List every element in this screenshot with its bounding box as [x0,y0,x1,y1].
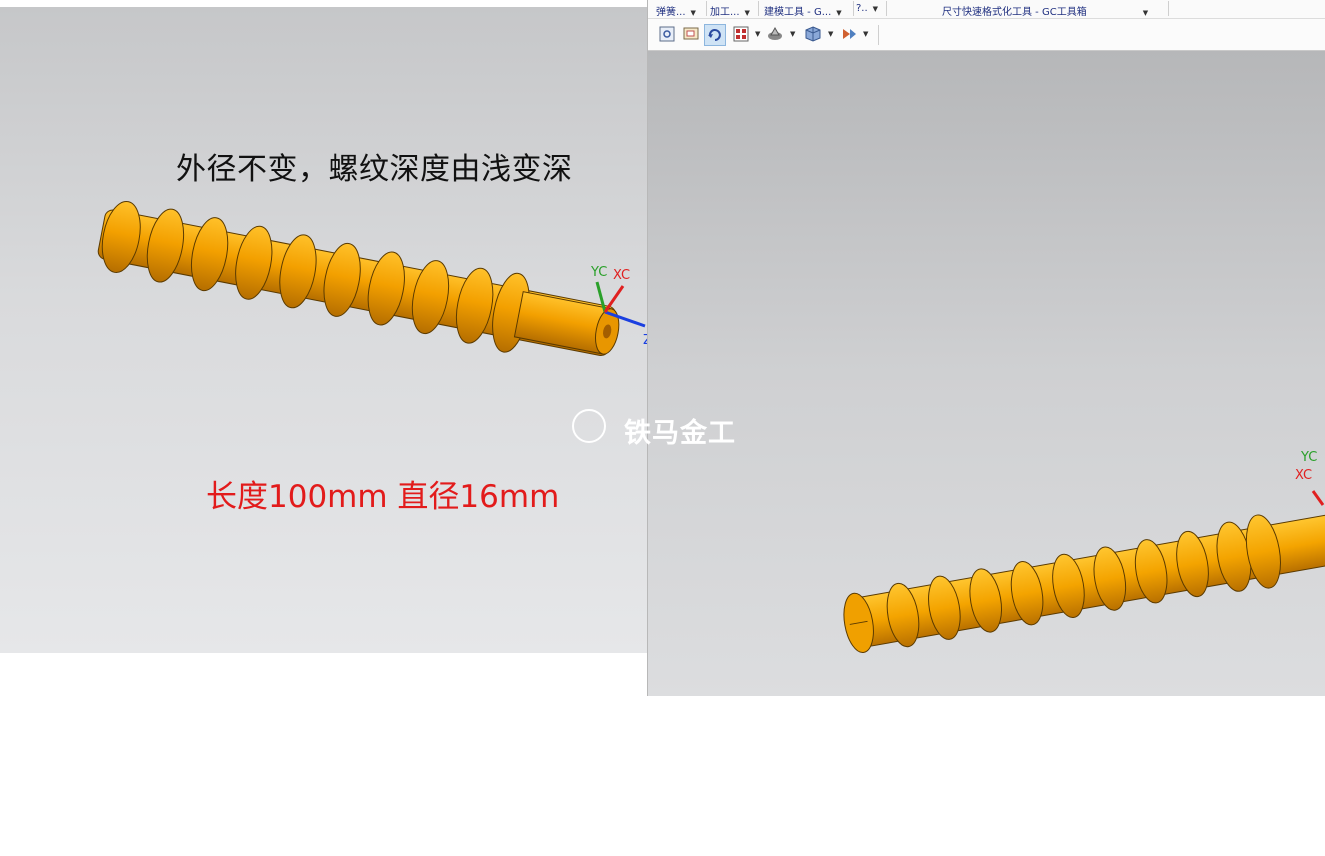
cube-view-dropdown-icon[interactable]: ▼ [828,30,833,38]
svg-text:XC: XC [1295,468,1312,483]
zoom-window-icon[interactable] [682,25,700,43]
screw-body [843,512,1325,654]
spec-text: 长度100mm 直径16mm [206,479,560,515]
toolbar-group-machining[interactable]: 加工... ▼ [710,3,750,18]
shaded-dropdown-icon[interactable]: ▼ [790,30,795,38]
shaded-icon[interactable] [766,25,784,43]
layout-dropdown-icon[interactable]: ▼ [755,30,760,38]
fit-view-icon[interactable] [658,25,676,43]
toolbar-group-bar: 弹簧... ▼ 加工... ▼ 建模工具 - G... ▼ ?.. ▼ 尺寸快速格式化工… [648,0,1325,19]
toolbar-group-more[interactable]: ?.. ▼ [856,3,878,14]
left-screw-model: YC XC Z [97,200,648,357]
svg-text:YC: YC [1300,450,1317,465]
right-screw-model: YC XC [843,450,1325,654]
render-style-dropdown-icon[interactable]: ▼ [863,30,868,38]
screw-body [97,200,620,357]
svg-text:XC: XC [613,268,630,283]
horse-logo-icon [572,409,606,443]
toolbar-group-modeling-tools[interactable]: 建模工具 - G... ▼ [764,3,842,18]
toolbar-group-spring[interactable]: 弹簧... ▼ [656,3,696,18]
view-toolbar: ▼ ▼ ▼ ▼ [648,19,1325,51]
render-style-icon[interactable] [840,25,858,43]
toolbar-group-dimension-format[interactable]: 尺寸快速格式化工具 - GC工具箱 ▼ [942,3,1148,18]
left-viewport[interactable]: 外径不变，螺纹深度由浅变深 YC XC Z 长度100mm 直径16mm [0,7,648,653]
watermark: 铁马金工 [572,408,752,450]
nx-window: 弹簧... ▼ 加工... ▼ 建模工具 - G... ▼ ?.. ▼ 尺寸快速格式化工… [647,0,1325,696]
layout-icon[interactable] [732,25,750,43]
axis-triad: YC XC [1295,450,1325,506]
rotate-icon[interactable] [704,24,726,46]
watermark-text: 铁马金工 [624,418,736,449]
svg-text:YC: YC [590,265,607,280]
right-viewport[interactable]: YC XC [648,51,1325,696]
cube-view-icon[interactable] [804,25,822,43]
